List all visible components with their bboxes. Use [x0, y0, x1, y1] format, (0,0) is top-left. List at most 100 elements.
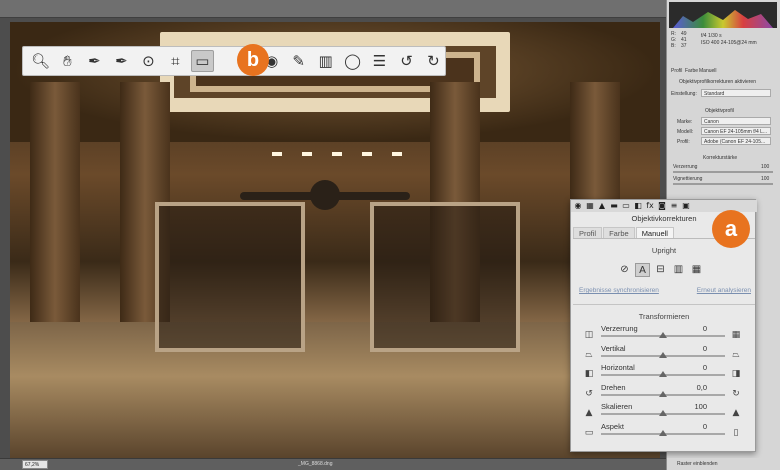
transform-value[interactable]: 0: [683, 422, 707, 431]
straighten-tool-icon[interactable]: ▭: [190, 50, 214, 72]
transform-right-icon: ▯: [733, 427, 739, 438]
white-balance-tool-icon[interactable]: ✒: [83, 50, 106, 72]
upright-level-icon[interactable]: ⊟: [653, 263, 668, 277]
photo-lamp: [332, 152, 342, 156]
rp-distortion-value: 100: [761, 164, 770, 170]
rp-distortion-slider[interactable]: [673, 171, 773, 173]
split-toning-tab-icon[interactable]: ▭: [621, 201, 631, 211]
graduated-filter-icon[interactable]: ▥: [314, 50, 337, 72]
transform-left-icon: ↺: [585, 388, 593, 399]
crop-tool-icon[interactable]: ⌗: [164, 50, 187, 72]
file-name: _MG_8868.dng: [298, 461, 333, 467]
upright-links: Ergebnisse synchronisieren Erneut analys…: [579, 287, 751, 294]
upright-full-icon[interactable]: ▦: [689, 263, 704, 277]
readout-b-label: B:: [671, 43, 676, 49]
histogram: [669, 2, 777, 28]
camera-info-aperture: f/4 1/30 s: [701, 33, 722, 39]
camera-calibration-tab-icon[interactable]: ◙: [657, 201, 667, 211]
transform-left-icon: ⏢: [585, 349, 593, 360]
transform-label: Skalieren: [601, 402, 633, 411]
upright-vertical-icon[interactable]: ▥: [671, 263, 686, 277]
grid-toggle-area: Raster einblenden: [667, 458, 780, 470]
color-sampler-tool-icon[interactable]: ✒: [110, 50, 133, 72]
rp-vignetting-slider[interactable]: [673, 183, 773, 185]
radial-filter-icon[interactable]: ◯: [341, 50, 364, 72]
rp-profile-value: Adobe (Canon EF 24-105...: [704, 139, 766, 145]
rp-model-label: Modell:: [677, 129, 694, 135]
photo-airplane-body: [310, 180, 340, 210]
reanalyze-link[interactable]: Erneut analysieren: [697, 287, 751, 294]
hand-tool-icon[interactable]: ✋︎: [56, 50, 79, 72]
transform-slider-thumb[interactable]: [659, 371, 667, 377]
snapshots-tab-icon[interactable]: ▣: [681, 201, 691, 211]
transform-slider-thumb[interactable]: [659, 410, 667, 416]
adjustment-brush-icon[interactable]: ✎: [287, 50, 310, 72]
transform-slider-thumb[interactable]: [659, 351, 667, 358]
rp-profile-checkbox[interactable]: Objektivprofilkorrekturen aktivieren: [679, 79, 756, 85]
camera-raw-window: 🔍︎ ✋︎ ✒ ✒ ⊙ ⌗ ▭ ◉ ✎ ▥ ◯ ☰ ↺ ↻ b R: 49 G:…: [0, 0, 780, 470]
basic-tab-icon[interactable]: ◉: [573, 201, 583, 211]
transform-value[interactable]: 100: [683, 402, 707, 411]
rp-lens-profile-title: Objektivprofil: [705, 108, 734, 114]
rotate-left-icon[interactable]: ↺: [395, 50, 418, 72]
image-preview[interactable]: [10, 22, 660, 458]
zoom-tool-icon[interactable]: 🔍︎: [29, 50, 52, 72]
photo-glass-booth: [370, 202, 520, 352]
rp-setup-value: Standard: [704, 91, 725, 97]
photo-pillar: [30, 82, 80, 322]
photo-lamp: [362, 152, 372, 156]
photo-lamp: [392, 152, 402, 156]
transform-row: ↺ Drehen 0,0 ↻: [571, 383, 757, 401]
transform-label: Horizontal: [601, 363, 635, 372]
subtab-manuell[interactable]: Manuell: [635, 227, 674, 238]
transform-slider-thumb[interactable]: [659, 429, 667, 436]
rp-make-value: Canon: [704, 119, 719, 125]
transform-row: ⏢ Vertikal 0 ⏢: [571, 344, 757, 362]
subtab-profil[interactable]: Profil: [573, 227, 603, 238]
target-adjustment-tool-icon[interactable]: ⊙: [137, 50, 160, 72]
transform-value[interactable]: 0: [683, 324, 707, 333]
status-bar: 67,2% _MG_8868.dng: [0, 458, 666, 470]
effects-tab-icon[interactable]: fx: [645, 201, 655, 211]
divider: [573, 304, 755, 305]
hsl-tab-icon[interactable]: ▬: [609, 201, 619, 211]
rp-model-select[interactable]: Canon EF 24-105mm f/4 L...: [701, 127, 771, 135]
readout-b-value: 37: [681, 43, 687, 49]
callout-badge-a: a: [712, 210, 750, 248]
transform-value[interactable]: 0: [683, 363, 707, 372]
transform-row: ▲ Skalieren 100 ▲: [571, 402, 757, 420]
rp-profile-select[interactable]: Adobe (Canon EF 24-105...: [701, 137, 771, 145]
rp-tab-farbe[interactable]: Farbe: [685, 68, 698, 74]
rotate-right-icon[interactable]: ↻: [422, 50, 445, 72]
subtab-farbe[interactable]: Farbe: [603, 227, 635, 238]
upright-buttons: ⊘ A ⊟ ▥ ▦: [617, 263, 704, 279]
rp-vignetting-label: Vignettierung: [673, 176, 703, 182]
transform-left-icon: ▲: [585, 408, 593, 418]
lens-corrections-tab-icon[interactable]: ◧: [633, 201, 643, 211]
rp-tab-manuell[interactable]: Manuell: [699, 68, 717, 74]
photo-lamp: [272, 152, 282, 156]
detail-tab-icon[interactable]: ▲: [597, 201, 607, 211]
upright-auto-icon[interactable]: A: [635, 263, 650, 277]
upright-off-icon[interactable]: ⊘: [617, 263, 632, 277]
rp-setup-select[interactable]: Standard: [701, 89, 771, 97]
preferences-icon[interactable]: ☰: [368, 50, 391, 72]
transform-right-icon: ▲: [732, 408, 740, 418]
rp-make-select[interactable]: Canon: [701, 117, 771, 125]
transform-slider-thumb[interactable]: [659, 390, 667, 397]
tone-curve-tab-icon[interactable]: ▦: [585, 201, 595, 211]
rp-tab-profil[interactable]: Profil: [671, 68, 682, 74]
transform-value[interactable]: 0,0: [683, 383, 707, 392]
grid-toggle-label[interactable]: Raster einblenden: [677, 461, 718, 467]
photo-floor: [10, 322, 660, 458]
callout-badge-b: b: [237, 44, 269, 76]
rp-model-value: Canon EF 24-105mm f/4 L...: [704, 129, 768, 135]
rp-profile-label: Profil:: [677, 139, 690, 145]
presets-tab-icon[interactable]: ≡: [669, 201, 679, 211]
rp-vignetting-value: 100: [761, 176, 770, 182]
sync-results-link[interactable]: Ergebnisse synchronisieren: [579, 287, 659, 294]
transform-slider-thumb[interactable]: [659, 332, 667, 338]
transform-right-icon: ▦: [731, 330, 741, 340]
transform-value[interactable]: 0: [683, 344, 707, 353]
zoom-level-field[interactable]: 67,2%: [22, 460, 48, 469]
